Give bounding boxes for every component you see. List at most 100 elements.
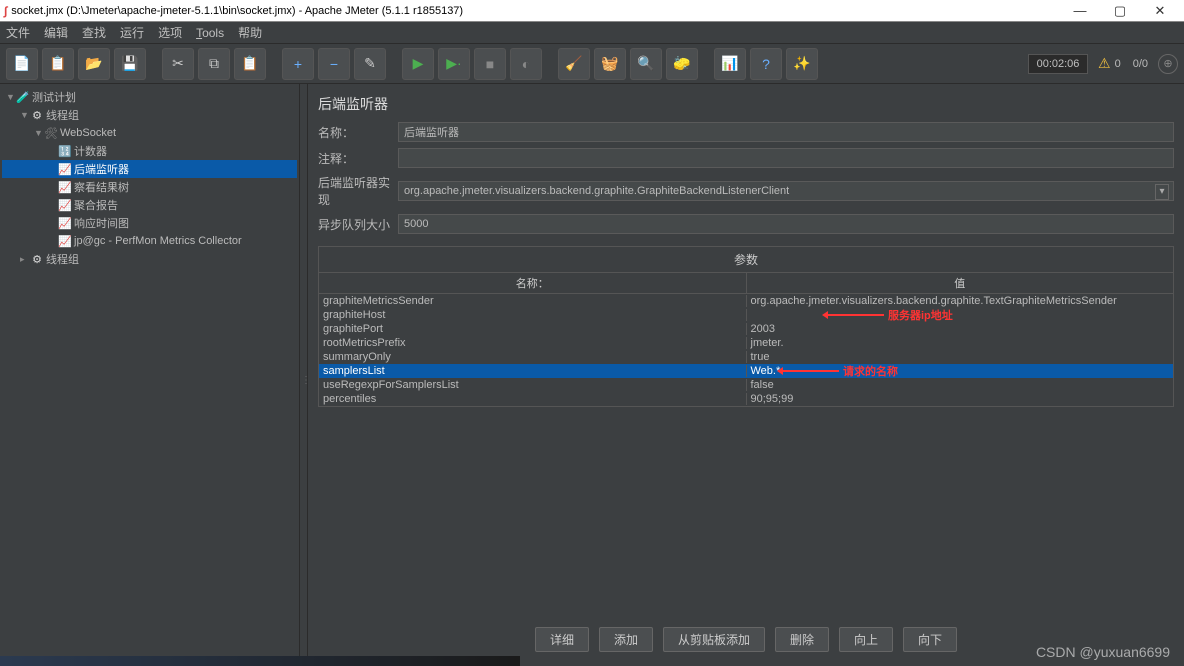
comment-input[interactable] [398, 148, 1174, 168]
tree-node[interactable]: 🔢计数器 [2, 142, 297, 160]
tree-node[interactable]: 📈响应时间图 [2, 214, 297, 232]
menu-edit[interactable]: 编辑 [44, 24, 68, 41]
tree-label: 察看结果树 [74, 179, 129, 195]
tree-node[interactable]: 📈后端监听器 [2, 160, 297, 178]
menu-file[interactable]: 文件 [6, 24, 30, 41]
stop-button[interactable]: ■ [474, 48, 506, 80]
tree-label: 响应时间图 [74, 215, 129, 231]
impl-combo[interactable]: org.apache.jmeter.visualizers.backend.gr… [398, 181, 1174, 201]
window-title: socket.jmx (D:\Jmeter\apache-jmeter-5.1.… [11, 5, 1060, 17]
warning-icon: ⚠ [1098, 55, 1111, 72]
expand-button[interactable]: + [282, 48, 314, 80]
tree-node[interactable]: ▼🧪测试计划 [2, 88, 297, 106]
param-name-cell: graphiteMetricsSender [319, 295, 747, 307]
tree-arrow-icon: ▸ [20, 254, 30, 265]
menu-help[interactable]: 帮助 [238, 24, 262, 41]
param-name-cell: summaryOnly [319, 351, 747, 363]
name-input[interactable]: 后端监听器 [398, 122, 1174, 142]
listener-icon: 📈 [58, 163, 72, 176]
tree-label: WebSocket [60, 127, 116, 139]
gear-icon: ⚙ [30, 253, 44, 266]
tree-node[interactable]: ▸⚙线程组 [2, 250, 297, 268]
table-row[interactable]: graphitePort2003 [319, 322, 1173, 336]
param-value-cell: 2003 [747, 323, 1174, 335]
wrench-icon: 🛠 [44, 127, 58, 140]
table-row[interactable]: percentiles90;95;99 [319, 392, 1173, 406]
warning-count: 0 [1115, 58, 1121, 70]
gear-icon: ⚙ [30, 109, 44, 122]
templates-button[interactable]: 📋 [42, 48, 74, 80]
tree-label: jp@gc - PerfMon Metrics Collector [74, 235, 242, 247]
param-name-cell: samplersList [319, 365, 747, 377]
menu-tools[interactable]: Tools [196, 26, 224, 40]
add-from-clipboard-button[interactable]: 从剪贴板添加 [663, 627, 765, 652]
param-value-cell: false [747, 379, 1174, 391]
up-button[interactable]: 向上 [839, 627, 893, 652]
toggle-button[interactable]: ✎ [354, 48, 386, 80]
heap-button[interactable]: ✨ [786, 48, 818, 80]
panel-title: 后端监听器 [318, 94, 1174, 114]
collapse-button[interactable]: − [318, 48, 350, 80]
tree-node[interactable]: ▼🛠WebSocket [2, 124, 297, 142]
cut-button[interactable]: ✂ [162, 48, 194, 80]
tree-label: 后端监听器 [74, 161, 129, 177]
menu-options[interactable]: 选项 [158, 24, 182, 41]
params-table[interactable]: 名称： 值 graphiteMetricsSenderorg.apache.jm… [318, 272, 1174, 407]
tree-node[interactable]: 📈jp@gc - PerfMon Metrics Collector [2, 232, 297, 250]
maximize-button[interactable]: ▢ [1100, 3, 1140, 19]
test-plan-tree[interactable]: ▼🧪测试计划▼⚙线程组▼🛠WebSocket🔢计数器📈后端监听器📈察看结果树📈聚… [0, 84, 300, 666]
tree-label: 聚合报告 [74, 197, 118, 213]
clear-button[interactable]: 🧹 [558, 48, 590, 80]
save-button[interactable]: 💾 [114, 48, 146, 80]
search-button[interactable]: 🔍 [630, 48, 662, 80]
run-timer: 00:02:06 [1028, 54, 1088, 74]
close-button[interactable]: ✕ [1140, 3, 1180, 19]
menu-search[interactable]: 查找 [82, 24, 106, 41]
delete-button[interactable]: 删除 [775, 627, 829, 652]
paste-button[interactable]: 📋 [234, 48, 266, 80]
start-button[interactable]: ▶ [402, 48, 434, 80]
table-row[interactable]: rootMetricsPrefixjmeter. [319, 336, 1173, 350]
function-helper-button[interactable]: 📊 [714, 48, 746, 80]
editor-panel: 后端监听器 名称： 后端监听器 注释： 后端监听器实现 org.apache.j… [308, 84, 1184, 666]
new-button[interactable]: 📄 [6, 48, 38, 80]
col-name: 名称： [319, 273, 747, 294]
down-button[interactable]: 向下 [903, 627, 957, 652]
clear-all-button[interactable]: 🧺 [594, 48, 626, 80]
minimize-button[interactable]: — [1060, 3, 1100, 18]
queue-input[interactable]: 5000 [398, 214, 1174, 234]
help-button[interactable]: ? [750, 48, 782, 80]
globe-icon: ⊕ [1158, 54, 1178, 74]
menu-run[interactable]: 运行 [120, 24, 144, 41]
param-value-cell: Web.* [747, 365, 1174, 377]
watermark: CSDN @yuxuan6699 [1036, 644, 1170, 660]
comment-label: 注释： [318, 150, 398, 167]
open-button[interactable]: 📂 [78, 48, 110, 80]
splitter[interactable] [300, 84, 308, 666]
tree-node[interactable]: 📈察看结果树 [2, 178, 297, 196]
table-row[interactable]: graphiteHost [319, 308, 1173, 322]
table-row[interactable]: graphiteMetricsSenderorg.apache.jmeter.v… [319, 294, 1173, 308]
table-row[interactable]: samplersListWeb.* [319, 364, 1173, 378]
menu-bar: 文件 编辑 查找 运行 选项 Tools 帮助 [0, 22, 1184, 44]
name-label: 名称： [318, 124, 398, 141]
detail-button[interactable]: 详细 [535, 627, 589, 652]
shutdown-button[interactable]: ◐ [510, 48, 542, 80]
tree-label: 线程组 [46, 251, 79, 267]
bottom-noise [0, 656, 520, 666]
add-button[interactable]: 添加 [599, 627, 653, 652]
param-name-cell: graphitePort [319, 323, 747, 335]
listener-icon: 📈 [58, 199, 72, 212]
reset-search-button[interactable]: 🧽 [666, 48, 698, 80]
tree-node[interactable]: ▼⚙线程组 [2, 106, 297, 124]
table-row[interactable]: useRegexpForSamplersListfalse [319, 378, 1173, 392]
col-value: 值 [747, 273, 1174, 294]
table-row[interactable]: summaryOnlytrue [319, 350, 1173, 364]
window-titlebar: ∫ socket.jmx (D:\Jmeter\apache-jmeter-5.… [0, 0, 1184, 22]
copy-button[interactable]: ⧉ [198, 48, 230, 80]
tree-node[interactable]: 📈聚合报告 [2, 196, 297, 214]
tree-arrow-icon: ▼ [20, 110, 30, 120]
start-notimers-button[interactable]: ▶· [438, 48, 470, 80]
thread-count: 0/0 [1133, 58, 1148, 70]
param-value-cell: org.apache.jmeter.visualizers.backend.gr… [747, 295, 1174, 307]
